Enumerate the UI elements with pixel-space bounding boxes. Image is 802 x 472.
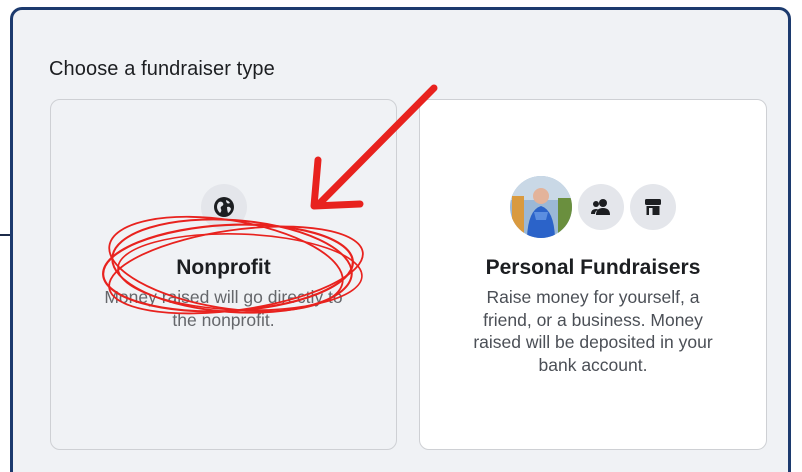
personal-fundraisers-title: Personal Fundraisers xyxy=(485,256,701,279)
nonprofit-description-line: the nonprofit. xyxy=(172,309,275,330)
personal-fundraisers-card[interactable]: Personal Fundraisers Raise money for you… xyxy=(419,99,767,450)
fundraiser-type-dialog: Choose a fundraiser type Nonprofit Money… xyxy=(10,7,791,472)
people-icon xyxy=(578,184,624,230)
screenshot: Choose a fundraiser type Nonprofit Money… xyxy=(0,0,802,472)
nonprofit-title: Nonprofit xyxy=(176,256,271,279)
personal-fundraisers-description: Raise money for yourself, a friend, or a… xyxy=(420,286,766,376)
nonprofit-card[interactable]: Nonprofit Money raised will go directly … xyxy=(50,99,397,450)
personal-icon-row xyxy=(420,176,766,238)
globe-icon xyxy=(200,184,247,230)
nonprofit-description-line: Money raised will go directly to xyxy=(104,287,343,307)
dialog-heading: Choose a fundraiser type xyxy=(49,58,275,80)
personal-description-line: bank account. xyxy=(538,354,648,375)
personal-description-line: raised will be deposited in your xyxy=(473,332,713,352)
nonprofit-description: Money raised will go directly to the non… xyxy=(51,286,396,331)
avatar xyxy=(510,176,572,238)
personal-description-line: Raise money for yourself, a xyxy=(486,287,700,307)
store-icon xyxy=(630,184,676,230)
nonprofit-icon-row xyxy=(51,184,396,230)
personal-description-line: friend, or a business. Money xyxy=(483,309,703,330)
